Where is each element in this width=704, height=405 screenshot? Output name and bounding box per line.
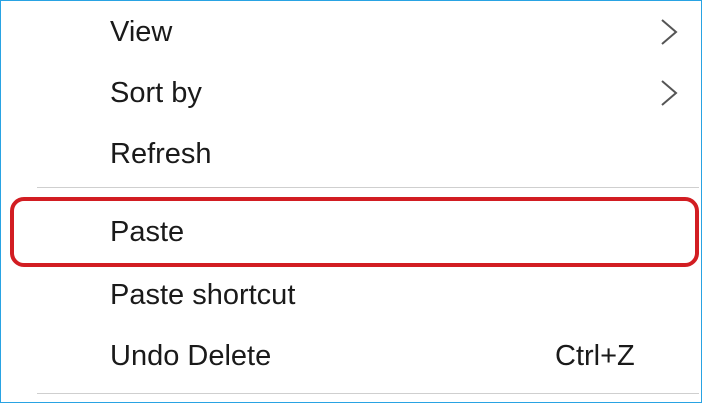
context-menu: View Sort by Refresh Paste Paste shortcu… — [0, 0, 702, 403]
menu-item-refresh-label: Refresh — [110, 138, 212, 170]
menu-item-undo-delete-label: Undo Delete — [110, 340, 272, 372]
menu-item-paste-label: Paste — [110, 216, 185, 248]
menu-item-sort-by[interactable]: Sort by — [1, 63, 701, 123]
menu-item-undo-delete-shortcut: Ctrl+Z — [555, 340, 635, 372]
chevron-right-icon — [657, 79, 681, 107]
chevron-right-icon — [657, 18, 681, 46]
menu-separator-bottom — [37, 393, 699, 394]
menu-item-paste-shortcut[interactable]: Paste shortcut — [1, 265, 701, 325]
menu-item-refresh[interactable]: Refresh — [1, 124, 701, 184]
menu-item-view[interactable]: View — [1, 2, 701, 62]
menu-item-paste[interactable]: Paste — [1, 202, 701, 262]
menu-item-view-label: View — [110, 16, 173, 48]
menu-separator — [37, 187, 699, 188]
menu-item-sort-by-label: Sort by — [110, 77, 202, 109]
menu-item-paste-shortcut-label: Paste shortcut — [110, 279, 296, 311]
menu-item-undo-delete[interactable]: Undo Delete Ctrl+Z — [1, 326, 701, 386]
